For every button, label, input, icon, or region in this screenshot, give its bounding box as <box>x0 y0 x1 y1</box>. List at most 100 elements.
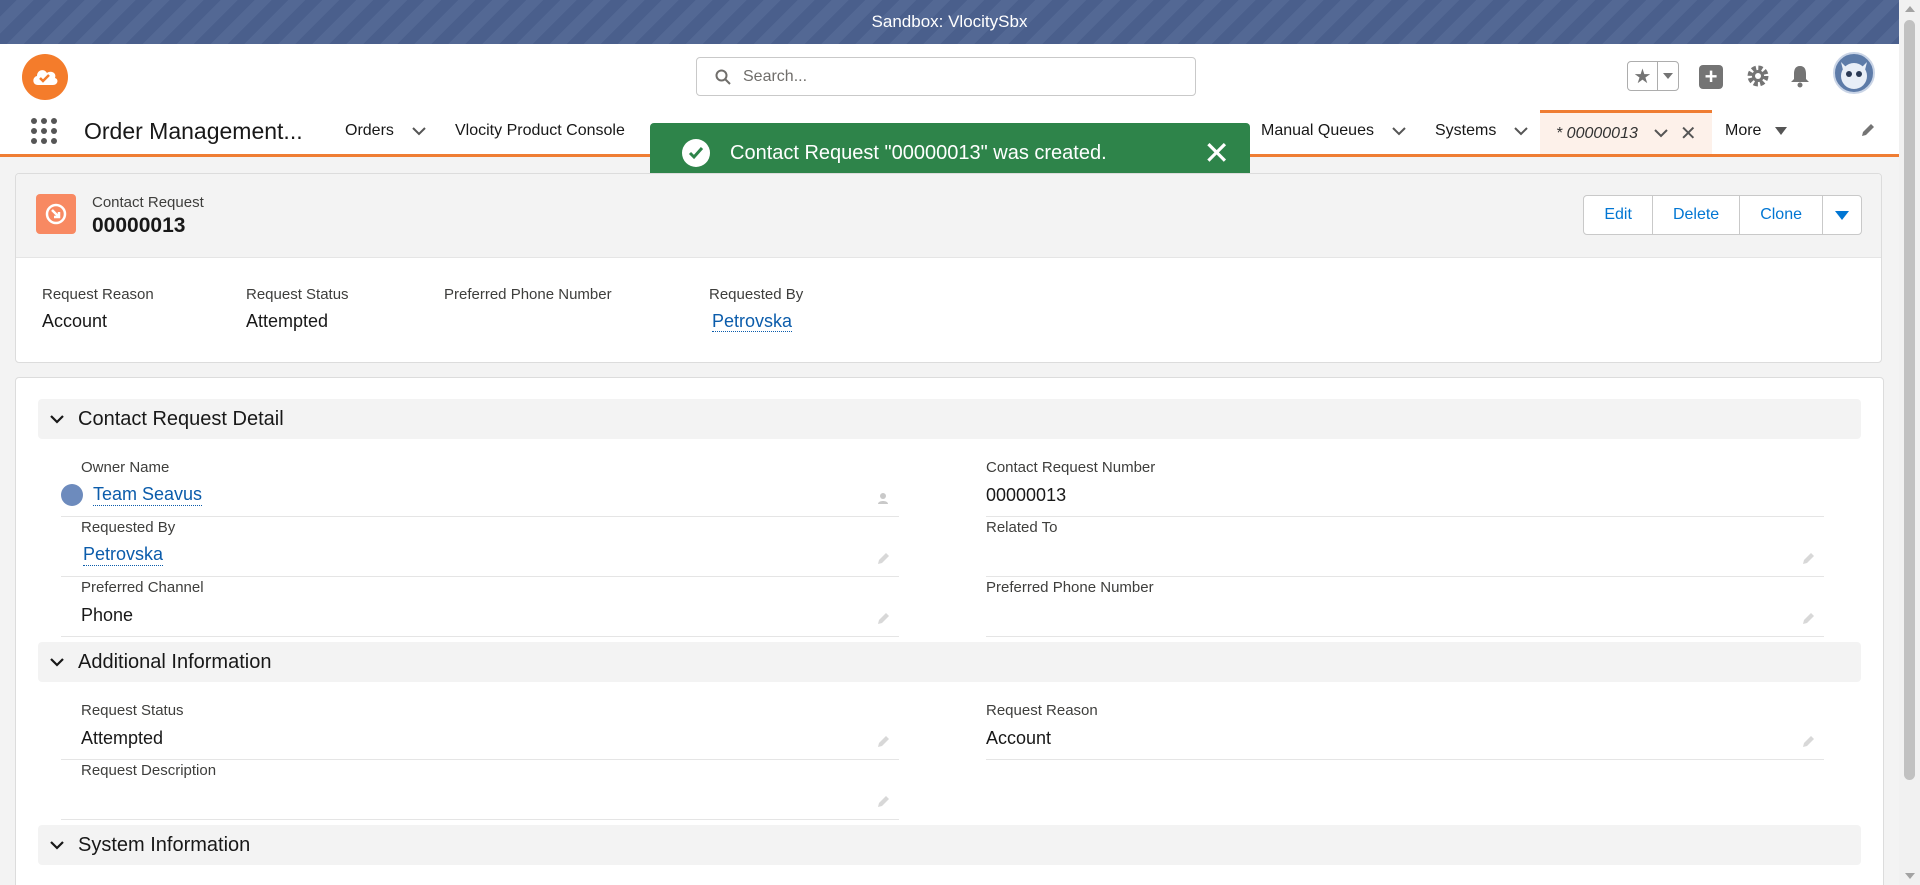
chevron-down-icon[interactable] <box>1654 129 1668 138</box>
more-actions-dropdown-icon[interactable] <box>1823 196 1861 234</box>
nav-item-manual-queues[interactable]: Manual Queues <box>1261 122 1406 140</box>
favorites-dropdown-icon[interactable] <box>1658 62 1678 90</box>
owner-link[interactable]: Team Seavus <box>93 484 203 506</box>
field-label: Request Status <box>81 702 184 719</box>
scroll-down-icon[interactable] <box>1905 873 1915 879</box>
app-launcher-icon[interactable] <box>31 118 57 144</box>
global-search-input[interactable]: Search... <box>696 57 1196 96</box>
user-avatar[interactable] <box>1833 52 1875 94</box>
scrollbar-thumb[interactable] <box>1904 20 1915 780</box>
edit-pencil-icon[interactable] <box>1802 611 1816 630</box>
contact-request-icon <box>36 194 76 234</box>
edit-nav-pencil-icon[interactable] <box>1860 122 1876 143</box>
edit-pencil-icon[interactable] <box>1802 734 1816 753</box>
field-owner-name: Owner Name Team Seavus <box>61 459 899 517</box>
highlight-label: Requested By <box>709 286 804 303</box>
toast-message: Contact Request "00000013" was created. <box>730 141 1107 164</box>
field-label: Request Reason <box>986 702 1098 719</box>
sandbox-label: Sandbox: VlocitySbx <box>871 12 1028 31</box>
tab-record-00000013[interactable]: * 00000013 ✕ <box>1540 110 1712 154</box>
field-value: 00000013 <box>986 484 1067 505</box>
field-request-description: Request Description <box>61 762 899 820</box>
field-preferred-channel: Preferred Channel Phone <box>61 579 899 637</box>
record-title: 00000013 <box>92 214 186 237</box>
more-label: More <box>1725 122 1762 139</box>
field-request-reason: Request Reason Account <box>986 702 1824 760</box>
chevron-down-icon[interactable] <box>412 126 426 136</box>
section-contact-request-detail[interactable]: Contact Request Detail <box>38 399 1861 439</box>
success-check-icon <box>682 139 710 167</box>
favorites-star-icon[interactable]: ★ <box>1628 62 1658 90</box>
nav-item-label: Vlocity Product Console <box>455 122 625 139</box>
requested-by-link[interactable]: Petrovska <box>712 311 793 332</box>
field-value <box>986 544 1824 566</box>
search-icon <box>715 69 731 85</box>
field-contact-request-number: Contact Request Number 00000013 <box>986 459 1824 517</box>
edit-pencil-icon[interactable] <box>877 611 891 630</box>
record-detail-card: Contact Request Detail Owner Name Team S… <box>15 377 1884 885</box>
section-title: System Information <box>78 833 251 856</box>
nav-item-systems[interactable]: Systems <box>1435 122 1529 140</box>
field-value <box>986 604 1824 626</box>
nav-item-label: Systems <box>1435 122 1497 139</box>
edit-button[interactable]: Edit <box>1584 196 1653 234</box>
field-label: Preferred Phone Number <box>986 579 1154 596</box>
edit-pencil-icon[interactable] <box>877 794 891 813</box>
global-header: Search... <box>0 44 1899 110</box>
field-related-to: Related To <box>986 519 1824 577</box>
section-title: Contact Request Detail <box>78 407 284 430</box>
highlight-requested-by: Requested By Petrovska <box>709 286 803 332</box>
owner-avatar <box>61 484 83 506</box>
record-type-label: Contact Request <box>92 194 204 211</box>
field-value: Attempted <box>81 727 164 748</box>
clone-button[interactable]: Clone <box>1740 196 1823 234</box>
setup-gear-icon[interactable] <box>1746 64 1770 93</box>
field-requested-by: Requested By Petrovska <box>61 519 899 577</box>
sandbox-banner: Sandbox: VlocitySbx <box>0 0 1899 44</box>
global-actions-plus-icon[interactable]: + <box>1699 65 1723 89</box>
section-system-information[interactable]: System Information <box>38 825 1861 865</box>
app-name: Order Management... <box>84 118 303 144</box>
nav-item-vlocity-product-console[interactable]: Vlocity Product Console <box>455 122 625 140</box>
edit-pencil-icon[interactable] <box>877 551 891 570</box>
chevron-down-icon <box>50 414 64 424</box>
nav-item-label: Manual Queues <box>1261 122 1374 139</box>
nav-more-menu[interactable]: More <box>1725 122 1788 140</box>
field-label: Contact Request Number <box>986 459 1156 476</box>
field-label: Owner Name <box>81 459 170 476</box>
edit-pencil-icon[interactable] <box>1802 551 1816 570</box>
scroll-up-icon[interactable] <box>1905 6 1915 12</box>
delete-button[interactable]: Delete <box>1653 196 1741 234</box>
nav-item-orders[interactable]: Orders <box>345 122 426 140</box>
search-placeholder: Search... <box>743 67 808 85</box>
highlight-label: Request Status <box>246 286 349 303</box>
field-value: Phone <box>81 604 134 625</box>
highlight-value: Account <box>42 311 108 331</box>
section-additional-information[interactable]: Additional Information <box>38 642 1861 682</box>
record-header: Contact Request 00000013 Edit Delete Clo… <box>16 174 1881 258</box>
field-label: Related To <box>986 519 1058 536</box>
close-tab-icon[interactable]: ✕ <box>1680 121 1697 146</box>
chevron-down-icon <box>50 840 64 850</box>
notifications-bell-icon[interactable] <box>1788 64 1812 93</box>
field-value <box>81 787 899 809</box>
edit-pencil-icon[interactable] <box>877 734 891 753</box>
field-label: Requested By <box>81 519 176 536</box>
highlight-label: Request Reason <box>42 286 154 303</box>
page-scrollbar[interactable] <box>1899 0 1920 885</box>
close-toast-icon[interactable]: ✕ <box>1203 137 1230 169</box>
caret-down-icon <box>1775 127 1788 135</box>
app-logo-icon[interactable] <box>22 54 68 100</box>
field-preferred-phone-number: Preferred Phone Number <box>986 579 1824 637</box>
highlight-label: Preferred Phone Number <box>444 286 612 303</box>
chevron-down-icon[interactable] <box>1392 126 1406 136</box>
change-owner-icon[interactable] <box>877 491 891 510</box>
record-actions: Edit Delete Clone <box>1583 195 1862 235</box>
chevron-down-icon[interactable] <box>1514 126 1529 136</box>
tab-label: * 00000013 <box>1556 124 1638 142</box>
field-request-status: Request Status Attempted <box>61 702 899 760</box>
chevron-down-icon <box>50 657 64 667</box>
record-highlights-card: Contact Request 00000013 Edit Delete Clo… <box>15 173 1882 363</box>
requested-by-link[interactable]: Petrovska <box>83 544 164 566</box>
field-label: Request Description <box>81 762 217 779</box>
